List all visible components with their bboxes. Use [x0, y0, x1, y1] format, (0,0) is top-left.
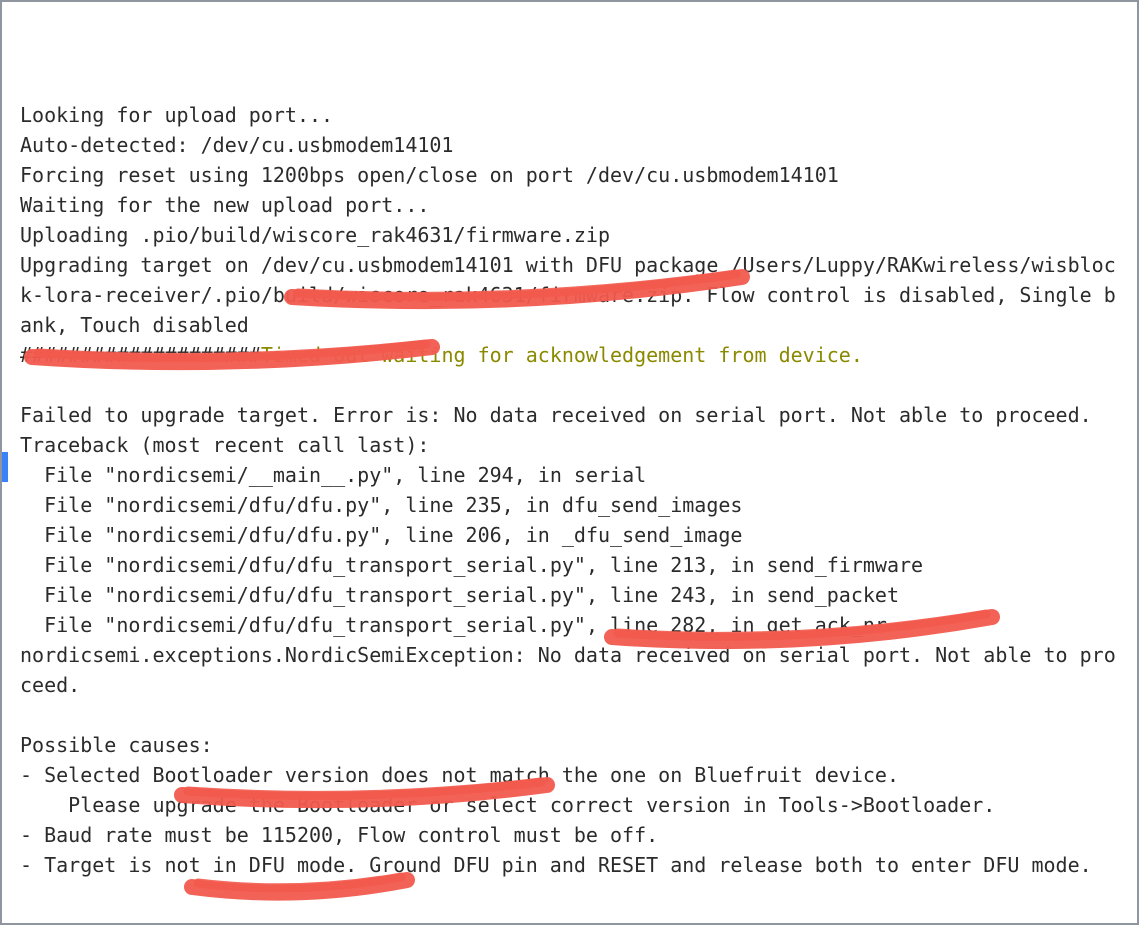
terminal-line: Uploading .pio/build/wiscore_rak4631/fir…	[20, 220, 1119, 250]
terminal-line: File "nordicsemi/dfu/dfu.py", line 206, …	[20, 520, 1119, 550]
terminal-line: Possible causes:	[20, 730, 1119, 760]
terminal-line: File "nordicsemi/dfu/dfu_transport_seria…	[20, 580, 1119, 610]
terminal-line: Failed to upgrade target. Error is: No d…	[20, 400, 1119, 430]
terminal-line: nordicsemi.exceptions.NordicSemiExceptio…	[20, 640, 1119, 700]
terminal-line: Upgrading target on /dev/cu.usbmodem1410…	[20, 250, 1119, 340]
terminal-line: Please upgrade the Bootloader or select …	[20, 790, 1119, 820]
terminal-line: Looking for upload port...	[20, 100, 1119, 130]
terminal-line: - Baud rate must be 115200, Flow control…	[20, 820, 1119, 850]
text: ####################	[20, 343, 261, 367]
terminal-lines: Looking for upload port...Auto-detected:…	[20, 100, 1119, 880]
terminal-line: Waiting for the new upload port...	[20, 190, 1119, 220]
terminal-line: File "nordicsemi/dfu/dfu.py", line 235, …	[20, 490, 1119, 520]
terminal-line: Forcing reset using 1200bps open/close o…	[20, 160, 1119, 190]
terminal-line: ####################Timed out waiting fo…	[20, 340, 1119, 370]
annotation-underline	[192, 880, 407, 893]
warn-text: Timed out waiting for acknowledgement fr…	[261, 343, 863, 367]
terminal-line: Auto-detected: /dev/cu.usbmodem14101	[20, 130, 1119, 160]
terminal-line	[20, 700, 1119, 730]
terminal-line: - Target is not in DFU mode. Ground DFU …	[20, 850, 1119, 880]
terminal-output: Looking for upload port...Auto-detected:…	[0, 0, 1139, 925]
terminal-line	[20, 370, 1119, 400]
selection-marker	[2, 452, 8, 482]
terminal-line: File "nordicsemi/dfu/dfu_transport_seria…	[20, 610, 1119, 640]
terminal-line: File "nordicsemi/dfu/dfu_transport_seria…	[20, 550, 1119, 580]
terminal-line: Traceback (most recent call last):	[20, 430, 1119, 460]
terminal-line: File "nordicsemi/__main__.py", line 294,…	[20, 460, 1119, 490]
terminal-line: - Selected Bootloader version does not m…	[20, 760, 1119, 790]
